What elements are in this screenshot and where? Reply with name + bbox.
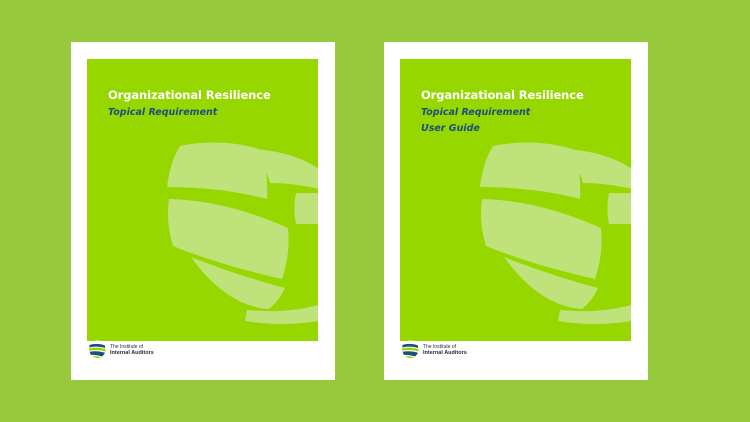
logo-text-line2: Internal Auditors xyxy=(110,350,154,356)
logo-text-line2: Internal Auditors xyxy=(423,350,467,356)
iia-logo: The Institute of Internal Auditors xyxy=(401,340,521,362)
iia-logo-icon xyxy=(401,340,420,359)
cover-panel: Organizational Resilience Topical Requir… xyxy=(400,59,631,341)
document-cover-user-guide[interactable]: Organizational Resilience Topical Requir… xyxy=(384,42,648,380)
document-subtitle: Topical Requirement xyxy=(108,107,218,118)
document-cover-topical-requirement[interactable]: Organizational Resilience Topical Requir… xyxy=(71,42,335,380)
cover-panel: Organizational Resilience Topical Requir… xyxy=(87,59,318,341)
document-subtitle: Topical Requirement xyxy=(421,107,531,118)
stage: Organizational Resilience Topical Requir… xyxy=(0,0,750,422)
document-title: Organizational Resilience xyxy=(421,88,584,102)
document-subtitle-line2: User Guide xyxy=(421,123,480,134)
iia-logo: The Institute of Internal Auditors xyxy=(88,340,208,362)
iia-logo-icon xyxy=(88,340,107,359)
document-title: Organizational Resilience xyxy=(108,88,271,102)
